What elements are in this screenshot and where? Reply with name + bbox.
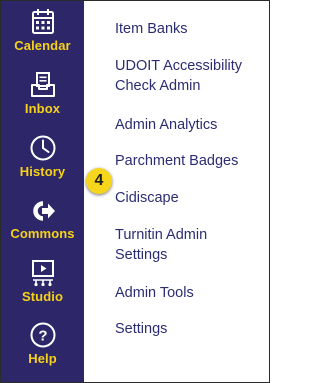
- nav-item-help[interactable]: ? Help: [1, 321, 84, 366]
- inbox-icon: [30, 72, 55, 97]
- nav-item-inbox[interactable]: Inbox: [1, 71, 84, 116]
- menu-link-parchment-badges[interactable]: Parchment Badges: [115, 151, 238, 171]
- nav-label-commons: Commons: [10, 226, 75, 241]
- nav-label-studio: Studio: [21, 289, 64, 304]
- nav-label-inbox: Inbox: [24, 101, 61, 116]
- screenshot-frame: Calendar Inbox History Commons Studio ? …: [0, 0, 270, 383]
- nav-label-help: Help: [28, 351, 57, 366]
- menu-link-item-banks[interactable]: Item Banks: [115, 19, 188, 39]
- question-icon: ?: [30, 322, 55, 348]
- global-navigation-sidebar: Calendar Inbox History Commons Studio ? …: [1, 1, 84, 382]
- clock-icon: [30, 135, 55, 161]
- nav-item-calendar[interactable]: Calendar: [1, 8, 84, 53]
- calendar-icon: [31, 9, 54, 34]
- studio-icon: [31, 260, 54, 287]
- nav-item-history[interactable]: History: [1, 134, 84, 179]
- menu-link-cidiscape[interactable]: Cidiscape: [115, 188, 179, 208]
- commons-arrow-icon: [32, 201, 55, 221]
- menu-link-udoit-accessibility[interactable]: UDOIT Accessibility Check Admin: [115, 56, 242, 96]
- nav-label-history: History: [19, 164, 66, 179]
- svg-text:?: ?: [38, 328, 47, 345]
- menu-link-settings[interactable]: Settings: [115, 319, 167, 339]
- nav-item-commons[interactable]: Commons: [1, 198, 84, 241]
- menu-link-admin-tools[interactable]: Admin Tools: [115, 283, 194, 303]
- step-number-badge: 4: [86, 168, 112, 194]
- nav-item-studio[interactable]: Studio: [1, 259, 84, 304]
- menu-link-admin-analytics[interactable]: Admin Analytics: [115, 115, 217, 135]
- nav-label-calendar: Calendar: [14, 38, 71, 53]
- menu-link-turnitin-admin-settings[interactable]: Turnitin Admin Settings: [115, 225, 207, 265]
